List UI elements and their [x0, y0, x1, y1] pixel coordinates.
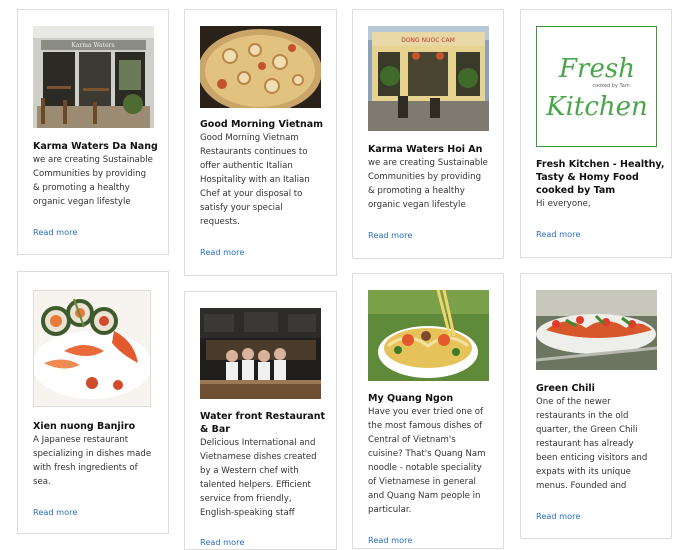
restaurant-card: Karma Waters Karma Waters Da Nang we are… — [17, 9, 169, 255]
card-title[interactable]: Water front Restaurant & Bar — [200, 410, 325, 436]
card-description: A Japanese restaurant specializing in di… — [33, 435, 152, 487]
fresh-kitchen-logo[interactable]: Fresh cooked by Tam Kitchen — [536, 26, 657, 147]
restaurant-card: My Quang Ngon Have you ever tried one of… — [352, 273, 504, 549]
card-description: Good Morning Vietnam Restaurants continu… — [200, 133, 310, 227]
card-description: Delicious International and Vietnamese d… — [200, 438, 317, 518]
restaurant-card: Water front Restaurant & Bar Delicious I… — [184, 291, 337, 550]
logo-text-fresh: Fresh — [558, 54, 635, 84]
read-more-link[interactable]: Read more — [368, 230, 412, 240]
card-description: One of the newer restaurants in the old … — [536, 397, 648, 491]
card-title[interactable]: Karma Waters Hoi An — [368, 143, 482, 156]
read-more-link[interactable]: Read more — [200, 537, 244, 547]
restaurant-card: Good Morning Vietnam Good Morning Vietna… — [184, 9, 337, 276]
card-title[interactable]: Green Chili — [536, 382, 595, 395]
card-title[interactable]: Fresh Kitchen - Healthy, Tasty & Homy Fo… — [536, 158, 664, 197]
card-title[interactable]: Xien nuong Banjiro — [33, 420, 135, 433]
green-chili-image[interactable] — [536, 290, 657, 370]
card-title[interactable]: Karma Waters Da Nang — [33, 140, 158, 153]
card-title[interactable]: My Quang Ngon — [368, 392, 453, 405]
svg-text:DONG NUOC CAM: DONG NUOC CAM — [401, 37, 455, 44]
restaurant-card: Xien nuong Banjiro A Japanese restaurant… — [17, 271, 169, 534]
card-description: we are creating Sustainable Communities … — [33, 155, 153, 207]
my-quang-ngon-image[interactable] — [368, 290, 489, 381]
karma-waters-da-nang-image[interactable]: Karma Waters — [33, 26, 154, 128]
read-more-link[interactable]: Read more — [536, 229, 580, 239]
read-more-link[interactable]: Read more — [536, 511, 580, 521]
logo-text-kitchen: Kitchen — [545, 92, 648, 122]
read-more-link[interactable]: Read more — [200, 247, 244, 257]
read-more-link[interactable]: Read more — [33, 507, 77, 517]
read-more-link[interactable]: Read more — [33, 227, 77, 237]
good-morning-vietnam-image[interactable] — [200, 26, 321, 108]
card-description: Have you ever tried one of the most famo… — [368, 407, 486, 515]
card-description: we are creating Sustainable Communities … — [368, 158, 488, 210]
restaurant-card: Fresh cooked by Tam Kitchen Fresh Kitche… — [520, 9, 672, 258]
read-more-link[interactable]: Read more — [368, 535, 412, 545]
restaurant-card: Green Chili One of the newer restaurants… — [520, 273, 672, 539]
restaurant-card: DONG NUOC CAM Karma Waters Hoi An we are… — [352, 9, 504, 259]
logo-text-cooked-by: cooked by Tam — [592, 83, 629, 89]
card-description: Hi everyone, — [536, 199, 591, 209]
card-title[interactable]: Good Morning Vietnam — [200, 118, 323, 131]
svg-text:Karma Waters: Karma Waters — [71, 42, 114, 49]
water-front-restaurant-image[interactable] — [200, 308, 321, 399]
xien-nuong-banjiro-image[interactable] — [33, 290, 151, 407]
karma-waters-hoi-an-image[interactable]: DONG NUOC CAM — [368, 26, 489, 131]
